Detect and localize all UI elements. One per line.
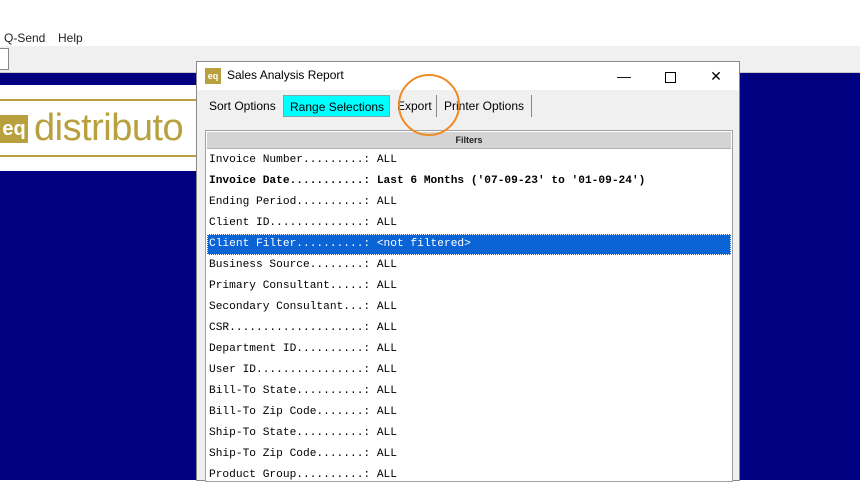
filter-label: Business Source........:: [209, 259, 377, 271]
filter-row[interactable]: Bill-To Zip Code.......: ALL: [207, 402, 731, 423]
filter-value: ALL: [376, 280, 397, 292]
dialog-titlebar[interactable]: eq Sales Analysis Report — ✕: [197, 62, 739, 90]
tab-range-selections[interactable]: Range Selections: [283, 95, 390, 117]
filter-label: Product Group..........:: [209, 469, 377, 481]
filter-row[interactable]: Ending Period..........: ALL: [207, 192, 731, 213]
close-icon: ✕: [710, 68, 722, 84]
filter-value: ALL: [376, 448, 397, 460]
filter-label: Ship-To Zip Code.......:: [209, 448, 377, 460]
filter-label: Bill-To Zip Code.......:: [209, 406, 377, 418]
app-menubar: Q-Send Help: [0, 28, 860, 48]
filter-label: Invoice Date...........:: [209, 175, 377, 187]
filter-label: Client ID..............:: [209, 217, 377, 229]
close-button[interactable]: ✕: [693, 62, 739, 90]
sales-analysis-dialog: eq Sales Analysis Report — ✕ Sort Option…: [196, 61, 740, 482]
filter-row[interactable]: Client ID..............: ALL: [207, 213, 731, 234]
filter-value: ALL: [376, 154, 397, 166]
filter-label: Invoice Number.........:: [209, 154, 377, 166]
filter-value: ALL: [376, 196, 397, 208]
app-icon: eq: [205, 68, 221, 84]
logo-panel: eq distributo: [0, 85, 200, 171]
logo-rule-bottom: [0, 155, 200, 157]
dialog-title: Sales Analysis Report: [227, 68, 344, 82]
minimize-icon: —: [617, 68, 631, 84]
tab-sort-options[interactable]: Sort Options: [203, 95, 283, 117]
filter-row[interactable]: Invoice Number.........: ALL: [207, 150, 731, 171]
filter-row[interactable]: Bill-To State..........: ALL: [207, 381, 731, 402]
menu-item-help[interactable]: Help: [58, 31, 83, 45]
filter-value: ALL: [376, 469, 397, 481]
filter-value: ALL: [376, 427, 397, 439]
filter-label: Primary Consultant.....:: [209, 280, 377, 292]
filter-label: Client Filter..........:: [209, 238, 377, 250]
filter-row[interactable]: CSR....................: ALL: [207, 318, 731, 339]
filters-header: Filters: [207, 132, 731, 149]
filter-row[interactable]: Client Filter..........: <not filtered>: [207, 234, 731, 255]
filter-row[interactable]: Business Source........: ALL: [207, 255, 731, 276]
filter-row[interactable]: Ship-To State..........: ALL: [207, 423, 731, 444]
filter-row[interactable]: Primary Consultant.....: ALL: [207, 276, 731, 297]
filter-row[interactable]: Product Group..........: ALL: [207, 465, 731, 481]
filter-label: Ending Period..........:: [209, 196, 377, 208]
filter-value: Last 6 Months ('07-09-23' to '01-09-24'): [376, 175, 646, 187]
filter-value: ALL: [376, 217, 397, 229]
maximize-button[interactable]: [647, 62, 693, 90]
menu-item-q-send[interactable]: Q-Send: [4, 31, 45, 45]
filter-value: ALL: [376, 343, 397, 355]
filter-label: Secondary Consultant...:: [209, 301, 377, 313]
filter-row[interactable]: Department ID..........: ALL: [207, 339, 731, 360]
filter-row[interactable]: Ship-To Zip Code.......: ALL: [207, 444, 731, 465]
logo-rule-top: [0, 99, 200, 101]
toolbar-button[interactable]: [0, 48, 9, 70]
filter-value: ALL: [376, 385, 397, 397]
logo-text: distributo: [34, 107, 184, 149]
filter-value: ALL: [376, 301, 397, 313]
minimize-button[interactable]: —: [601, 62, 647, 90]
filter-label: Bill-To State..........:: [209, 385, 377, 397]
filter-row[interactable]: Secondary Consultant...: ALL: [207, 297, 731, 318]
filter-value: ALL: [376, 259, 397, 271]
filter-label: User ID................:: [209, 364, 377, 376]
filter-label: Ship-To State..........:: [209, 427, 377, 439]
filter-row[interactable]: Invoice Date...........: Last 6 Months (…: [207, 171, 731, 192]
filter-label: CSR....................:: [209, 322, 377, 334]
filter-label: Department ID..........:: [209, 343, 377, 355]
filter-value: ALL: [376, 364, 397, 376]
logo-badge: eq: [0, 115, 28, 143]
filters-list[interactable]: Filters Invoice Number.........: ALL Invo…: [205, 130, 733, 482]
filters-rows: Invoice Number.........: ALL Invoice Date…: [207, 150, 731, 481]
filter-row[interactable]: User ID................: ALL: [207, 360, 731, 381]
filter-value: ALL: [376, 322, 397, 334]
annotation-highlight-circle: [398, 74, 460, 136]
filter-value: <not filtered>: [376, 238, 471, 250]
filter-value: ALL: [376, 406, 397, 418]
maximize-icon: [664, 71, 676, 83]
